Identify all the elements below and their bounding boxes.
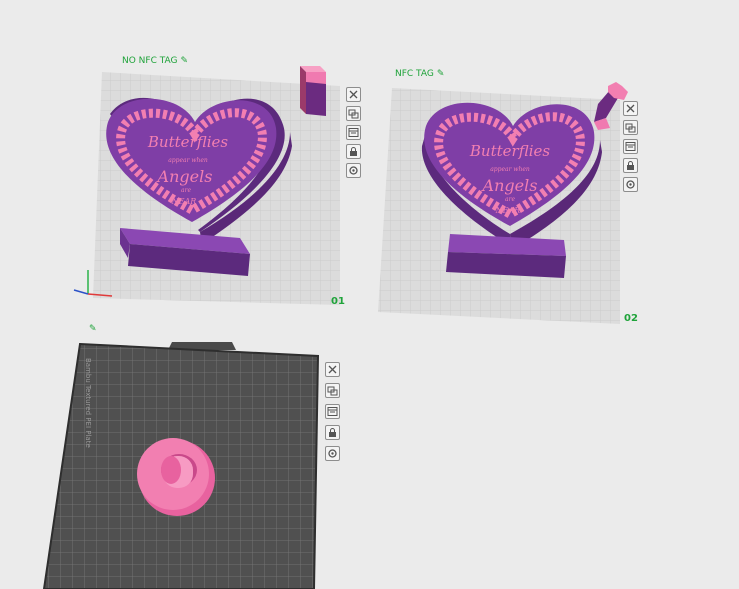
close-icon[interactable]	[325, 362, 340, 377]
settings-icon[interactable]	[325, 446, 340, 461]
lock-icon[interactable]	[325, 425, 340, 440]
bed-plate-name: Bambu Textured PEI Plate	[84, 358, 92, 448]
plate-3-bed[interactable]	[0, 0, 739, 589]
plate-3-toolbar	[325, 362, 341, 461]
auto-arrange-icon[interactable]	[325, 383, 340, 398]
plate-settings-icon[interactable]	[325, 404, 340, 419]
nfc-holder-model[interactable]	[135, 430, 235, 530]
